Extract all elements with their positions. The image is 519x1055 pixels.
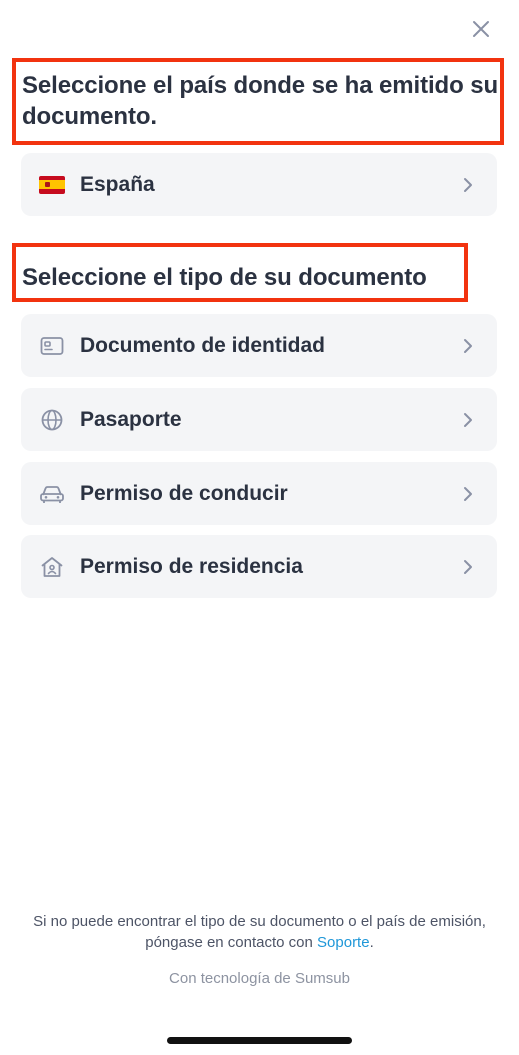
country-select-item[interactable]: España <box>21 153 497 216</box>
id-card-icon <box>39 333 65 359</box>
help-text-end: . <box>369 934 374 951</box>
powered-by-text: Con tecnología de Sumsub <box>169 970 350 987</box>
doc-type-id-card[interactable]: Documento de identidad <box>21 314 497 377</box>
help-text: Si no puede encontrar el tipo de su docu… <box>30 911 489 953</box>
doc-type-passport[interactable]: Pasaporte <box>21 388 497 451</box>
close-button[interactable] <box>468 16 494 42</box>
car-icon <box>39 481 65 507</box>
home-icon <box>39 554 65 580</box>
doc-type-label: Documento de identidad <box>80 333 326 357</box>
country-section-title: Seleccione el país donde se ha emitido s… <box>22 72 499 130</box>
chevron-right-icon <box>461 557 475 577</box>
country-label: España <box>80 172 155 196</box>
chevron-right-icon <box>461 336 475 356</box>
doc-type-label: Pasaporte <box>80 407 182 431</box>
doc-type-residence-permit[interactable]: Permiso de residencia <box>21 535 497 598</box>
close-icon <box>473 21 489 37</box>
chevron-right-icon <box>461 484 475 504</box>
doc-type-label: Permiso de conducir <box>80 481 288 505</box>
doc-type-driving-license[interactable]: Permiso de conducir <box>21 462 497 525</box>
chevron-right-icon <box>461 175 475 195</box>
chevron-right-icon <box>461 410 475 430</box>
doc-type-label: Permiso de residencia <box>80 554 303 578</box>
spain-flag-icon <box>39 172 65 198</box>
home-indicator[interactable] <box>167 1037 352 1044</box>
document-section-title: Seleccione el tipo de su documento <box>22 264 427 291</box>
support-link[interactable]: Soporte <box>317 934 370 951</box>
globe-icon <box>39 407 65 433</box>
help-text-main: Si no puede encontrar el tipo de su docu… <box>33 913 486 951</box>
